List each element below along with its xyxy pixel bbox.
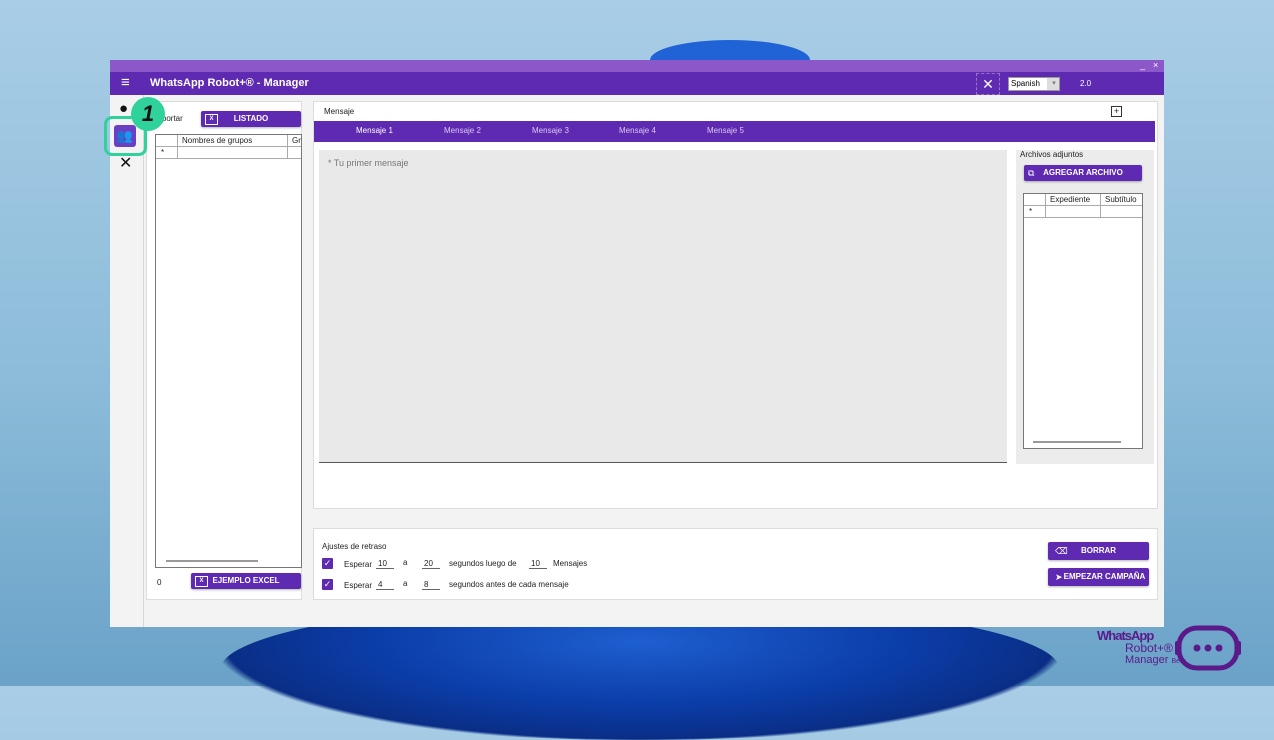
- eraser-icon: ⌫: [1055, 546, 1068, 556]
- message-count-input[interactable]: 10: [529, 558, 547, 569]
- excel-icon: X: [205, 114, 218, 125]
- language-select[interactable]: Spanish ▾: [1008, 77, 1060, 91]
- minimize-button[interactable]: _: [1140, 60, 1145, 72]
- column-header-file: Expediente: [1046, 194, 1101, 206]
- attachments-section: Archivos adjuntos ⧉ AGREGAR ARCHIVO Expe…: [1016, 150, 1154, 464]
- range-word: a: [403, 558, 408, 567]
- chevron-down-icon: ▾: [1047, 78, 1059, 90]
- example-excel-button[interactable]: X EJEMPLO EXCEL: [191, 573, 301, 589]
- message-textarea[interactable]: * Tu primer mensaje: [319, 150, 1007, 463]
- messages-unit-label: Mensajes: [553, 559, 588, 568]
- excel-icon: X: [195, 576, 208, 587]
- table-cell[interactable]: [178, 147, 288, 159]
- brand-logo: WhatsApp Robot+® Manager Beta: [1097, 629, 1186, 668]
- step-number-badge: 1: [131, 97, 165, 131]
- table-cell[interactable]: [1046, 206, 1101, 218]
- close-button[interactable]: ×: [1153, 60, 1158, 72]
- clear-label: BORRAR: [1080, 546, 1117, 555]
- version-label: 2.0: [1080, 79, 1092, 88]
- table-corner: [1024, 194, 1046, 206]
- delay-row2-max-input[interactable]: 8: [422, 579, 440, 590]
- message-title: Mensaje: [324, 107, 355, 116]
- wait-label: Esperar: [344, 560, 373, 569]
- tab-message-2[interactable]: Mensaje 2: [444, 126, 481, 135]
- delay-row1-max-input[interactable]: 20: [422, 558, 440, 569]
- groups-panel: Importar X LISTADO Nombres de grupos Gr …: [146, 101, 302, 600]
- brand-line3: Manager: [1125, 654, 1169, 666]
- table-cell[interactable]: [1101, 206, 1142, 218]
- after-label: segundos luego de: [449, 559, 517, 568]
- tab-message-5[interactable]: Mensaje 5: [707, 126, 744, 135]
- tab-message-4[interactable]: Mensaje 4: [619, 126, 656, 135]
- robot-chat-icon: [1175, 625, 1241, 671]
- tools-icon[interactable]: ✕: [976, 73, 1000, 95]
- tab-message-3[interactable]: Mensaje 3: [532, 126, 569, 135]
- new-row-marker: *: [156, 147, 178, 159]
- column-header-subtitle: Subtítulo: [1101, 194, 1142, 206]
- title-bar: ≡ WhatsApp Robot+® - Manager ✕ Spanish ▾…: [110, 72, 1164, 95]
- app-window: _ × ≡ WhatsApp Robot+® - Manager ✕ Spani…: [110, 60, 1164, 627]
- list-button-label: LISTADO: [233, 114, 269, 123]
- language-value: Spanish: [1011, 79, 1040, 88]
- new-row-marker: *: [1024, 206, 1046, 218]
- before-each-label: segundos antes de cada mensaje: [449, 580, 569, 589]
- horizontal-scrollbar[interactable]: [1033, 441, 1121, 443]
- delay-row2-checkbox[interactable]: ✓: [322, 579, 333, 590]
- table-corner: [156, 135, 178, 147]
- column-header-cut: Gr: [288, 135, 301, 147]
- hamburger-menu-icon[interactable]: ≡: [121, 75, 130, 91]
- message-panel: Mensaje + Mensaje 1 Mensaje 2 Mensaje 3 …: [313, 101, 1158, 509]
- groups-table[interactable]: Nombres de grupos Gr *: [155, 134, 302, 568]
- app-title: WhatsApp Robot+® - Manager: [150, 77, 309, 89]
- sidebar: ● ✕: [110, 95, 144, 627]
- message-placeholder: * Tu primer mensaje: [328, 158, 409, 168]
- wait-label: Esperar: [344, 581, 373, 590]
- add-message-icon[interactable]: +: [1111, 106, 1122, 117]
- clear-button[interactable]: ⌫ BORRAR: [1048, 542, 1149, 560]
- start-campaign-button[interactable]: ➤ EMPEZAR CAMPAÑA: [1048, 568, 1149, 586]
- add-file-button[interactable]: ⧉ AGREGAR ARCHIVO: [1024, 165, 1142, 181]
- attachments-title: Archivos adjuntos: [1020, 150, 1084, 159]
- delay-settings-panel: Ajustes de retraso ✓ Esperar 10 a 20 seg…: [313, 528, 1158, 600]
- add-file-label: AGREGAR ARCHIVO: [1043, 168, 1123, 177]
- range-word: a: [403, 579, 408, 588]
- tab-message-1[interactable]: Mensaje 1: [356, 126, 393, 135]
- brand-line2: Robot+®: [1125, 641, 1173, 655]
- open-external-icon: ⧉: [1028, 168, 1035, 178]
- delay-title: Ajustes de retraso: [322, 542, 387, 551]
- horizontal-scrollbar[interactable]: [166, 560, 258, 562]
- group-users-icon[interactable]: 👥: [114, 125, 136, 147]
- delay-row1-min-input[interactable]: 10: [376, 558, 394, 569]
- table-cell[interactable]: [288, 147, 301, 159]
- settings-tools-icon[interactable]: ✕: [119, 153, 132, 173]
- message-tabs: Mensaje 1 Mensaje 2 Mensaje 3 Mensaje 4 …: [314, 121, 1155, 142]
- delay-row2-min-input[interactable]: 4: [376, 579, 394, 590]
- contact-person-icon[interactable]: ●: [119, 100, 128, 117]
- start-campaign-label: EMPEZAR CAMPAÑA: [1063, 572, 1146, 581]
- window-top-strip: [110, 60, 1164, 72]
- list-button[interactable]: X LISTADO: [201, 111, 301, 127]
- row-count: 0: [157, 578, 162, 587]
- attachments-table[interactable]: Expediente Subtítulo *: [1023, 193, 1143, 449]
- column-header-groups: Nombres de grupos: [178, 135, 288, 147]
- delay-row1-checkbox[interactable]: ✓: [322, 558, 333, 569]
- example-excel-label: EJEMPLO EXCEL: [212, 576, 280, 585]
- send-icon: ➤: [1055, 572, 1063, 582]
